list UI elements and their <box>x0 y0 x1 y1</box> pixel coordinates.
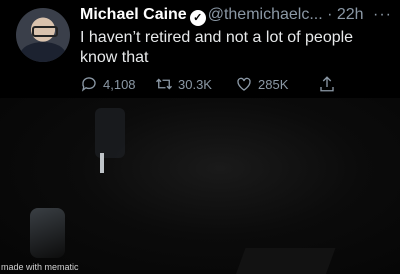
user-handle[interactable]: @themichaelc... <box>208 6 323 23</box>
avatar[interactable] <box>16 8 70 62</box>
heart-icon <box>237 77 251 91</box>
video-frame[interactable]: made with mematic <box>0 98 400 274</box>
reply-icon <box>81 77 96 92</box>
video-highlight-shape <box>100 153 104 173</box>
retweet-count: 30.3K <box>178 76 212 92</box>
like-button[interactable]: 285K <box>235 75 318 93</box>
tweet-text: I haven’t retired and not a lot of peopl… <box>80 29 354 66</box>
more-options-icon[interactable]: ··· <box>373 6 392 24</box>
tweet: Michael Caine ✓ @themichaelc... · 22h ··· … <box>0 0 400 98</box>
avatar-suit <box>20 42 66 62</box>
video-floor-shape <box>234 248 336 274</box>
watermark-text: made with mematic <box>1 262 79 272</box>
verified-badge-icon: ✓ <box>189 10 206 26</box>
video-hand-shape <box>30 208 65 258</box>
share-icon <box>320 76 334 92</box>
timestamp[interactable]: · 22h <box>327 6 363 23</box>
avatar-glasses <box>32 26 58 37</box>
share-button[interactable] <box>318 75 338 93</box>
display-name[interactable]: Michael Caine <box>80 6 187 23</box>
tweet-actions: 4,108 30.3K 285K <box>80 74 380 94</box>
reply-button[interactable]: 4,108 <box>80 75 155 93</box>
retweet-button[interactable]: 30.3K <box>155 75 235 93</box>
like-count: 285K <box>258 76 289 92</box>
tweet-header: Michael Caine ✓ @themichaelc... · 22h <box>80 6 396 28</box>
reply-count: 4,108 <box>103 76 136 92</box>
video-shadow-shape <box>95 108 125 158</box>
retweet-icon <box>156 78 172 90</box>
